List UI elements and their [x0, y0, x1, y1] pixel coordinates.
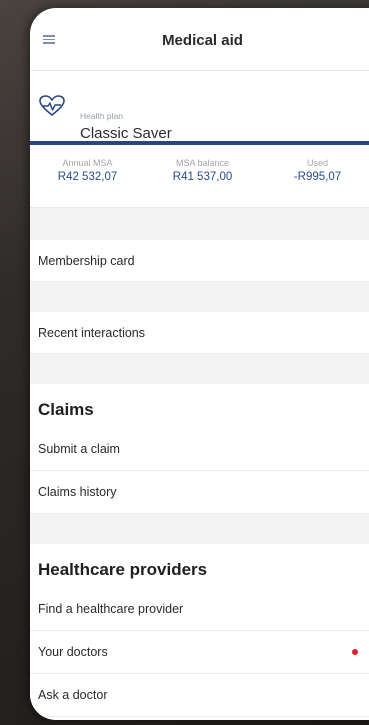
msa-balance-stat: MSA balance R41 537,00	[145, 145, 260, 207]
msa-summary: Annual MSA R42 532,07 MSA balance R41 53…	[30, 145, 369, 208]
used-value: -R995,07	[293, 171, 342, 183]
page-title: Medical aid	[162, 31, 243, 49]
section-spacer	[30, 514, 369, 544]
msa-balance-label: MSA balance	[175, 158, 230, 168]
phone-screen: Medical aid Health plan Classic Saver An…	[30, 8, 369, 720]
hamburger-menu-icon[interactable]	[43, 35, 55, 44]
health-plan-card: Health plan Classic Saver	[30, 71, 369, 145]
annual-msa-label: Annual MSA	[62, 158, 113, 168]
section-spacer	[30, 354, 369, 384]
your-doctors-label: Your doctors	[38, 645, 108, 659]
recent-interactions-row[interactable]: Recent interactions	[30, 312, 369, 354]
ask-doctor-row[interactable]: Ask a doctor	[30, 674, 369, 717]
ask-doctor-label: Ask a doctor	[38, 688, 108, 702]
notification-dot	[352, 649, 358, 655]
section-spacer	[30, 282, 369, 312]
membership-card-label: Membership card	[38, 253, 135, 268]
msa-balance-value: R41 537,00	[172, 171, 233, 183]
used-stat: Used -R995,07	[260, 145, 369, 207]
healthcare-providers-heading: Healthcare providers	[30, 544, 369, 588]
claims-history-label: Claims history	[38, 485, 117, 499]
annual-msa-stat: Annual MSA R42 532,07	[30, 145, 145, 207]
membership-card-row[interactable]: Membership card	[30, 240, 369, 282]
submit-claim-label: Submit a claim	[38, 442, 120, 456]
recent-interactions-label: Recent interactions	[38, 325, 146, 340]
submit-claim-row[interactable]: Submit a claim	[30, 428, 369, 471]
heart-pulse-icon	[39, 95, 65, 117]
find-provider-label: Find a healthcare provider	[38, 602, 184, 616]
claims-heading: Claims	[30, 384, 369, 428]
claims-history-row[interactable]: Claims history	[30, 471, 369, 514]
health-plan-name: Classic Saver	[80, 125, 172, 142]
used-label: Used	[306, 158, 328, 168]
annual-msa-value: R42 532,07	[57, 171, 118, 183]
top-bar: Medical aid	[30, 8, 369, 71]
section-spacer	[30, 208, 369, 240]
find-provider-row[interactable]: Find a healthcare provider	[30, 588, 369, 631]
health-plan-label: Health plan	[80, 111, 124, 121]
your-doctors-row[interactable]: Your doctors	[30, 631, 369, 674]
